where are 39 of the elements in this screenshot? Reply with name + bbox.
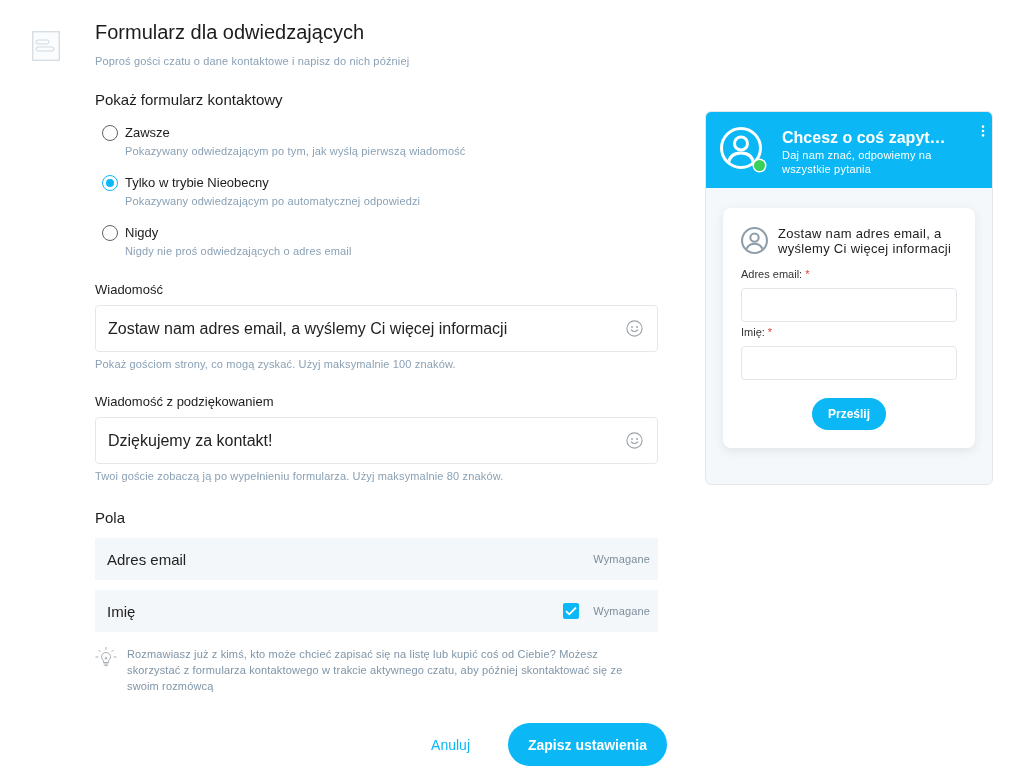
page-subtitle: Poproś gości czatu o dane kontaktowe i napisz do nich później — [95, 54, 411, 68]
tip-text: Rozmawiasz już z kimś, kto może chcieć zapisać się na listę lub kupić coś od Ciebie? Możesz skorzystać z formularza kontaktowego w trakcie aktywnego czatu, aby później skontaktować się ze swoim rozmówcą — [127, 647, 624, 694]
input-field[interactable] — [741, 346, 957, 380]
field-hint: Pokaż gościom strony, co mogą zyskać. Użyj maksymalnie 100 znaków. — [95, 357, 457, 371]
section-heading: Pokaż formularz kontaktowy — [95, 91, 284, 109]
lightbulb-icon — [95, 646, 117, 668]
chat-subtitle: Daj nam znać, odpowiemy na wszystkie pytania — [782, 148, 933, 176]
input-label: Imię: * — [741, 326, 774, 339]
option-description: Pokazywany odwiedzającym po tym, jak wyślą pierwszą wiadomość — [125, 144, 467, 158]
field-name: Adres email — [107, 550, 188, 568]
emoji-icon[interactable] — [626, 432, 643, 449]
required-label: Wymagane — [593, 553, 650, 565]
option-label: Nigdy — [125, 225, 160, 241]
more-options-icon[interactable] — [981, 125, 985, 137]
message-field[interactable]: Zostaw nam adres email, a wyślemy Ci więcej informacji — [95, 305, 658, 352]
form-icon — [32, 31, 60, 61]
section-heading: Pola — [95, 509, 127, 527]
required-label: Wymagane — [593, 605, 650, 617]
option-description: Nigdy nie proś odwiedzających o adres email — [125, 244, 353, 258]
form-message: Zostaw nam adres email, a wyślemy Ci więcej informacji — [778, 226, 953, 256]
save-button[interactable]: Zapisz ustawienia — [508, 723, 667, 766]
thank-you-field[interactable]: Dziękujemy za kontakt! — [95, 417, 658, 464]
user-avatar-icon — [720, 127, 762, 169]
option-description: Pokazywany odwiedzającym po automatycznej odpowiedzi — [125, 194, 422, 208]
emoji-icon[interactable] — [626, 320, 643, 337]
field-name: Imię — [107, 602, 137, 620]
page-title: Formularz dla odwiedzających — [95, 20, 365, 44]
input-label: Adres email: * — [741, 268, 811, 281]
input-field[interactable] — [741, 288, 957, 322]
option-label: Tylko w trybie Nieobecny — [125, 175, 270, 191]
user-icon — [741, 227, 768, 254]
field-hint: Twoi goście zobaczą ją po wypełnieniu formularza. Użyj maksymalnie 80 znaków. — [95, 469, 505, 483]
required-checkbox[interactable] — [563, 603, 580, 619]
cancel-link[interactable]: Anuluj — [431, 736, 470, 753]
field-label: Wiadomość z podziękowaniem — [95, 394, 275, 410]
option-label: Zawsze — [125, 125, 171, 141]
chat-title: Chcesz o coś zapyt… — [782, 128, 947, 147]
field-label: Wiadomość — [95, 282, 164, 298]
submit-button[interactable]: Prześlij — [812, 398, 886, 430]
